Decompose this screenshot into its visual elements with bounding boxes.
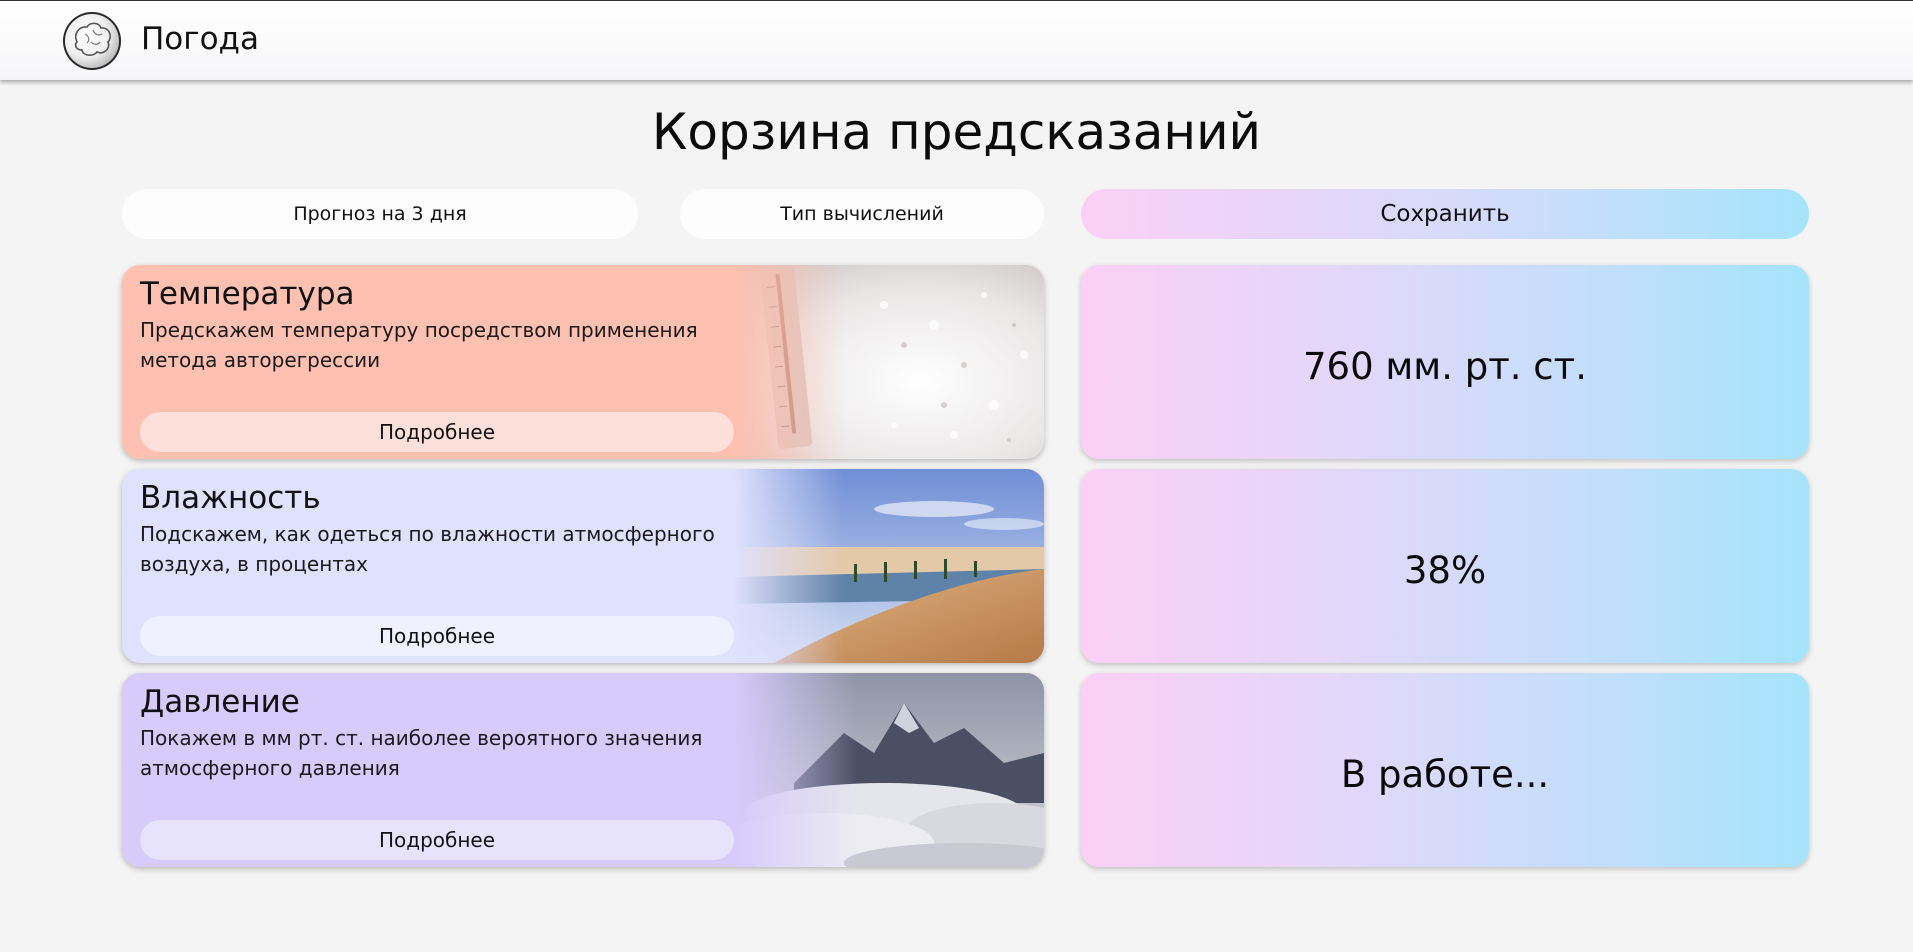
card-description: Подскажем, как одеться по влажности атмо… <box>140 522 715 576</box>
desert-oasis-image <box>734 469 1044 663</box>
temperature-card: Температура Предскажем температуру посре… <box>122 265 1044 459</box>
result-humidity-value: 38% <box>1081 469 1809 663</box>
top-navbar: Погода <box>0 0 1913 80</box>
calc-type-select[interactable]: Тип вычислений <box>680 189 1044 239</box>
pressure-card: Давление Покажем в мм рт. ст. наиболее в… <box>122 673 1044 867</box>
brain-logo-icon[interactable] <box>63 12 121 70</box>
more-button-pressure[interactable]: Подробнее <box>140 820 734 860</box>
more-button-humidity[interactable]: Подробнее <box>140 616 734 656</box>
forecast-period-select[interactable]: Прогноз на 3 дня <box>122 189 638 239</box>
thermometer-snow-image <box>734 265 1044 459</box>
result-status-value: В работе... <box>1081 673 1809 867</box>
humidity-card: Влажность Подскажем, как одеться по влаж… <box>122 469 1044 663</box>
app-title[interactable]: Погода <box>141 19 259 59</box>
card-title: Давление <box>140 684 300 720</box>
card-description: Предскажем температуру посредством приме… <box>140 318 698 372</box>
card-title: Влажность <box>140 480 321 516</box>
mountains-clouds-image <box>734 673 1044 867</box>
result-pressure-value: 760 мм. рт. ст. <box>1081 265 1809 459</box>
card-title: Температура <box>140 276 355 312</box>
more-button-temperature[interactable]: Подробнее <box>140 412 734 452</box>
save-button[interactable]: Сохранить <box>1081 189 1809 239</box>
card-description: Покажем в мм рт. ст. наиболее вероятного… <box>140 726 703 780</box>
page-title: Корзина предсказаний <box>651 103 1262 161</box>
